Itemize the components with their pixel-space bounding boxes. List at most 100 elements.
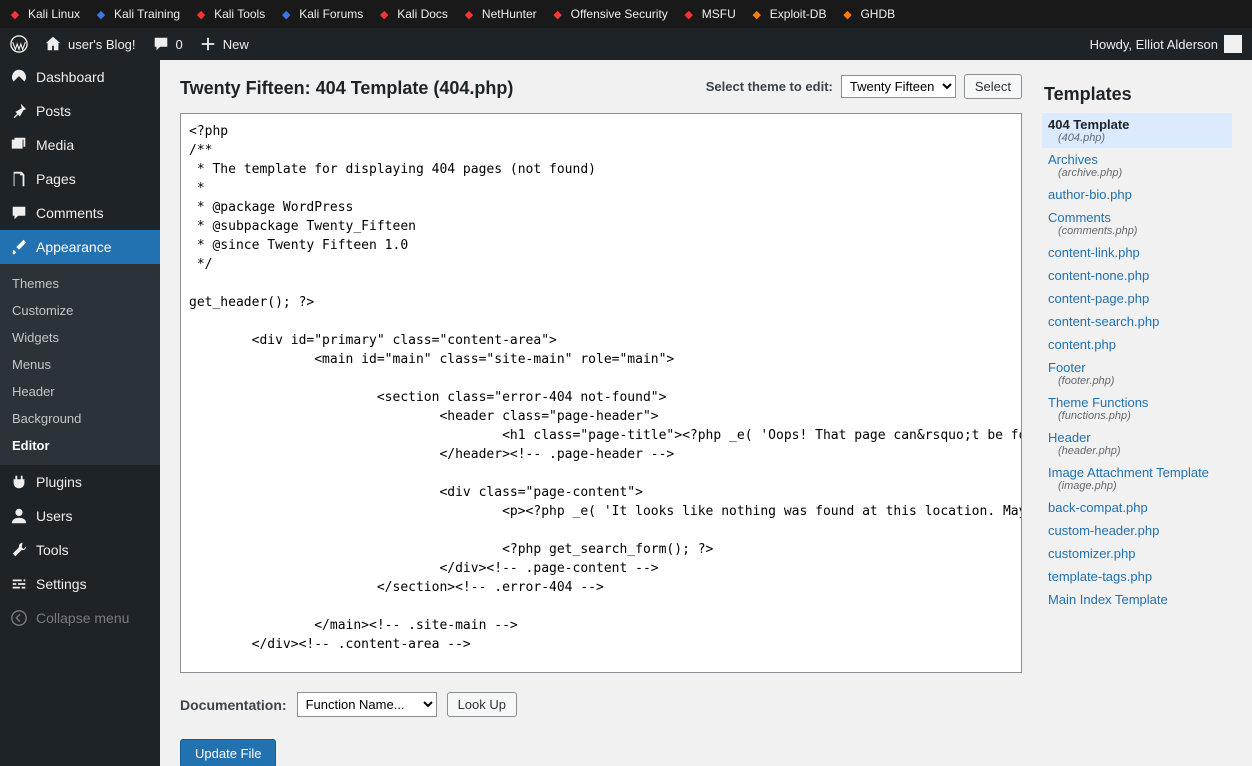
code-editor-textarea[interactable]: [180, 113, 1022, 673]
sidebar-item-appearance[interactable]: Appearance: [0, 230, 160, 264]
template-item[interactable]: custom-header.php: [1042, 519, 1232, 542]
template-link[interactable]: content-search.php: [1048, 314, 1159, 329]
template-item[interactable]: customizer.php: [1042, 542, 1232, 565]
template-item[interactable]: author-bio.php: [1042, 183, 1232, 206]
bookmark-label: Exploit-DB: [770, 7, 827, 21]
bookmark-item[interactable]: ◆Offensive Security: [551, 7, 668, 21]
bookmark-item[interactable]: ◆ Kali Training: [94, 7, 180, 21]
templates-heading: Templates: [1042, 74, 1232, 113]
template-item[interactable]: Archives(archive.php): [1042, 148, 1232, 183]
collapse-icon: [10, 609, 28, 627]
template-link[interactable]: content-page.php: [1048, 291, 1149, 306]
template-link[interactable]: Header: [1048, 430, 1091, 445]
sidebar-item-media[interactable]: Media: [0, 128, 160, 162]
wp-admin-bar: user's Blog! 0 New Howdy, Elliot Alderso…: [0, 28, 1252, 60]
template-item[interactable]: content.php: [1042, 333, 1232, 356]
sidebar-item-users[interactable]: Users: [0, 499, 160, 533]
bookmark-item[interactable]: ◆Kali Linux: [8, 7, 80, 21]
template-link[interactable]: custom-header.php: [1048, 523, 1159, 538]
theme-select[interactable]: Twenty Fifteen: [841, 75, 956, 98]
bookmark-item[interactable]: ◆Kali Docs: [377, 7, 448, 21]
bookmark-label: GHDB: [860, 7, 895, 21]
site-name-link[interactable]: user's Blog!: [44, 35, 136, 53]
sidebar-item-comments[interactable]: Comments: [0, 196, 160, 230]
template-item[interactable]: template-tags.php: [1042, 565, 1232, 588]
sidebar-item-label: Dashboard: [36, 69, 105, 85]
submenu-item-widgets[interactable]: Widgets: [0, 324, 160, 351]
template-item[interactable]: back-compat.php: [1042, 496, 1232, 519]
template-link[interactable]: 404 Template: [1048, 117, 1129, 132]
bookmark-label: Offensive Security: [571, 7, 668, 21]
template-link[interactable]: Comments: [1048, 210, 1111, 225]
template-link[interactable]: back-compat.php: [1048, 500, 1148, 515]
submenu-item-menus[interactable]: Menus: [0, 351, 160, 378]
template-link[interactable]: template-tags.php: [1048, 569, 1152, 584]
wp-logo[interactable]: [10, 35, 28, 53]
bookmark-icon: ◆: [94, 7, 108, 21]
sidebar-item-tools[interactable]: Tools: [0, 533, 160, 567]
submenu-item-editor[interactable]: Editor: [0, 432, 160, 459]
sidebar-item-settings[interactable]: Settings: [0, 567, 160, 601]
template-link[interactable]: content-none.php: [1048, 268, 1149, 283]
submenu-item-header[interactable]: Header: [0, 378, 160, 405]
template-item[interactable]: Comments(comments.php): [1042, 206, 1232, 241]
select-theme-button[interactable]: Select: [964, 74, 1022, 99]
sidebar-item-label: Media: [36, 137, 74, 153]
submenu-item-background[interactable]: Background: [0, 405, 160, 432]
bookmark-item[interactable]: ◆MSFU: [682, 7, 736, 21]
new-link[interactable]: New: [199, 35, 249, 53]
template-link[interactable]: Theme Functions: [1048, 395, 1148, 410]
select-theme-label: Select theme to edit:: [706, 79, 833, 94]
bookmark-icon: ◆: [194, 7, 208, 21]
template-link[interactable]: Footer: [1048, 360, 1086, 375]
documentation-label: Documentation:: [180, 697, 287, 713]
templates-list: 404 Template(404.php)Archives(archive.ph…: [1042, 113, 1232, 611]
bookmark-item[interactable]: ◆NetHunter: [462, 7, 537, 21]
sidebar-item-label: Settings: [36, 576, 87, 592]
template-link[interactable]: author-bio.php: [1048, 187, 1132, 202]
new-label: New: [223, 37, 249, 52]
template-filename: (footer.php): [1048, 375, 1226, 387]
sidebar-item-label: Comments: [36, 205, 104, 221]
template-link[interactable]: Image Attachment Template: [1048, 465, 1209, 480]
template-filename: (functions.php): [1048, 410, 1226, 422]
submenu-item-themes[interactable]: Themes: [0, 270, 160, 297]
sidebar-item-dashboard[interactable]: Dashboard: [0, 60, 160, 94]
update-file-button[interactable]: Update File: [180, 739, 276, 766]
comment-icon: [152, 35, 170, 53]
sidebar-item-posts[interactable]: Posts: [0, 94, 160, 128]
template-item[interactable]: Header(header.php): [1042, 426, 1232, 461]
sidebar-item-pages[interactable]: Pages: [0, 162, 160, 196]
template-item[interactable]: content-none.php: [1042, 264, 1232, 287]
bookmark-item[interactable]: ◆Kali Tools: [194, 7, 265, 21]
sidebar-item-label: Tools: [36, 542, 69, 558]
template-item[interactable]: 404 Template(404.php): [1042, 113, 1232, 148]
comments-link[interactable]: 0: [152, 35, 183, 53]
bookmark-label: Kali Training: [114, 7, 180, 21]
template-link[interactable]: customizer.php: [1048, 546, 1135, 561]
collapse-menu[interactable]: Collapse menu: [0, 601, 160, 635]
bookmark-item[interactable]: ◆GHDB: [840, 7, 895, 21]
template-item[interactable]: Main Index Template: [1042, 588, 1232, 611]
media-icon: [10, 136, 28, 154]
template-link[interactable]: content.php: [1048, 337, 1116, 352]
sidebar-item-plugins[interactable]: Plugins: [0, 465, 160, 499]
template-link[interactable]: Main Index Template: [1048, 592, 1168, 607]
template-item[interactable]: Image Attachment Template(image.php): [1042, 461, 1232, 496]
template-item[interactable]: content-link.php: [1042, 241, 1232, 264]
template-item[interactable]: content-search.php: [1042, 310, 1232, 333]
howdy-label: Howdy, Elliot Alderson: [1090, 37, 1218, 52]
home-icon: [44, 35, 62, 53]
template-item[interactable]: Footer(footer.php): [1042, 356, 1232, 391]
submenu-item-customize[interactable]: Customize: [0, 297, 160, 324]
howdy-account[interactable]: Howdy, Elliot Alderson: [1090, 35, 1242, 53]
template-link[interactable]: Archives: [1048, 152, 1098, 167]
lookup-button[interactable]: Look Up: [447, 692, 517, 717]
bookmark-item[interactable]: ◆Exploit-DB: [750, 7, 827, 21]
documentation-select[interactable]: Function Name...: [297, 692, 437, 717]
template-item[interactable]: Theme Functions(functions.php): [1042, 391, 1232, 426]
admin-sidebar: Dashboard Posts Media Pages Comments Appearan…: [0, 60, 160, 766]
template-link[interactable]: content-link.php: [1048, 245, 1140, 260]
bookmark-item[interactable]: ◆Kali Forums: [279, 7, 363, 21]
template-item[interactable]: content-page.php: [1042, 287, 1232, 310]
